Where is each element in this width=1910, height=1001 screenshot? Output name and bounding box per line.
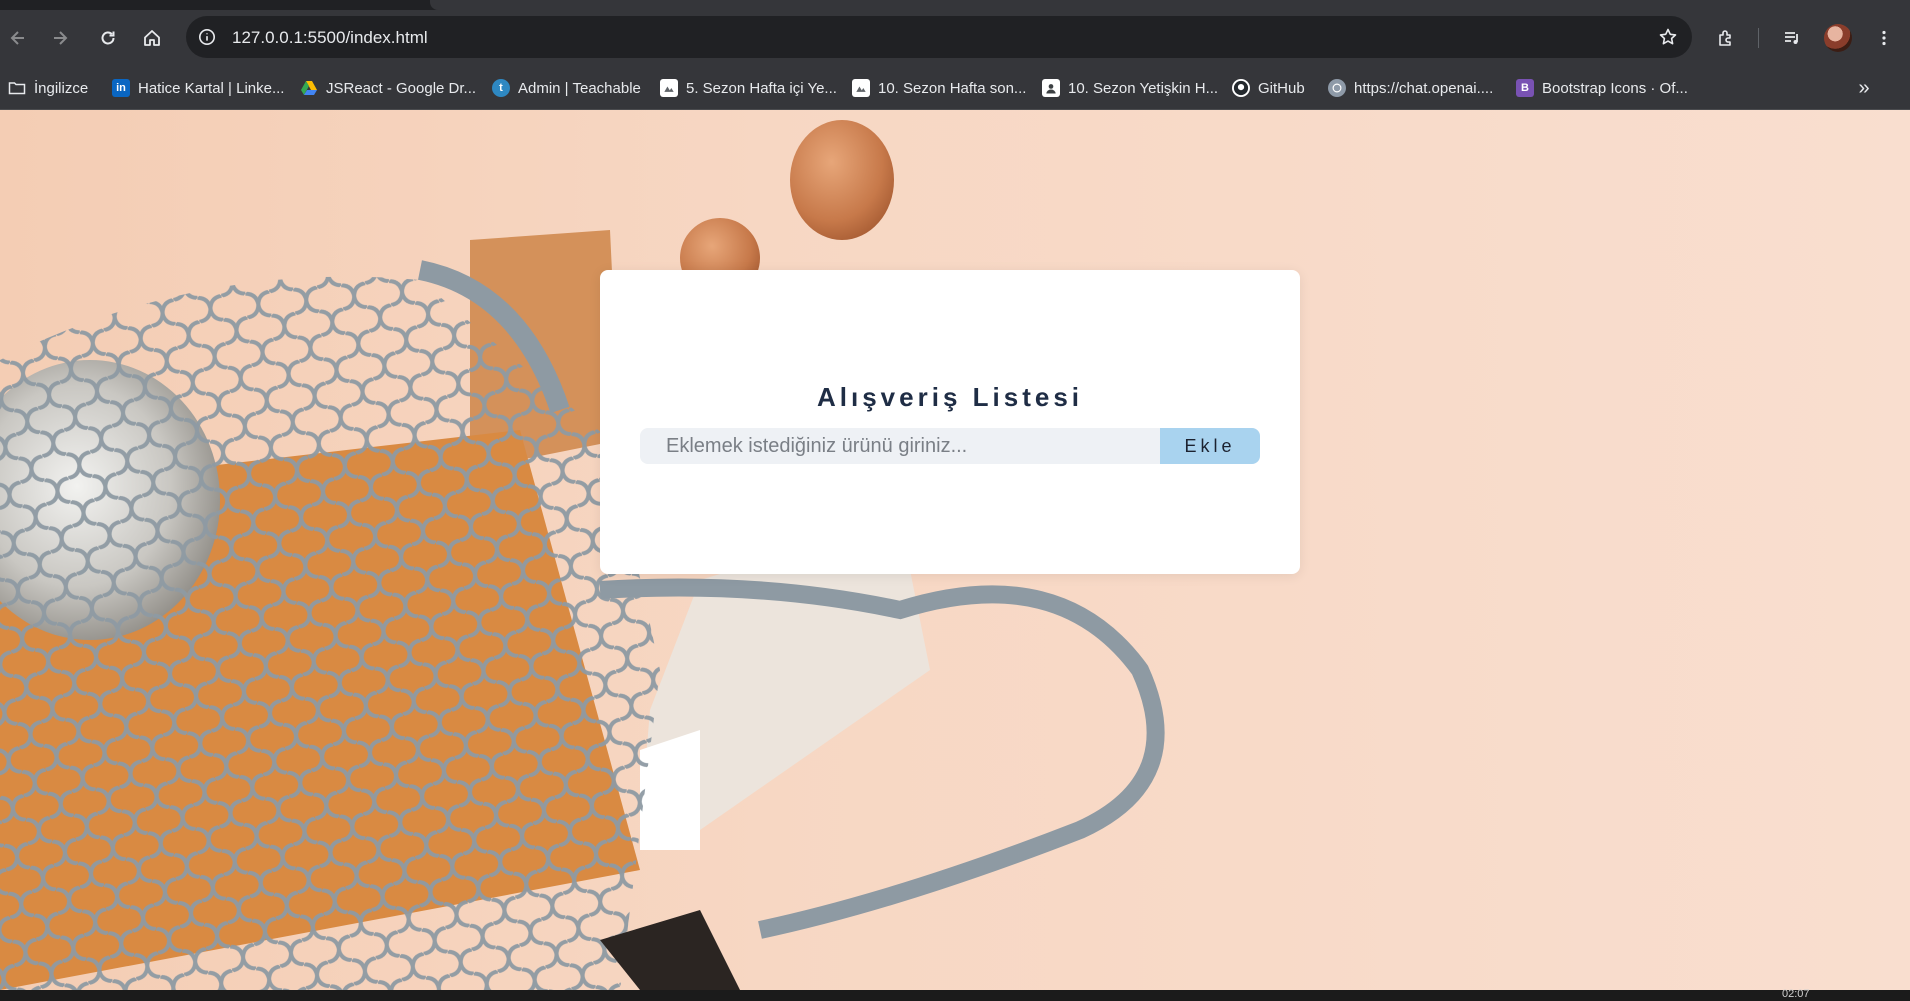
bookmark-teachable[interactable]: t Admin | Teachable [492,76,641,100]
bookmark-label: Hatice Kartal | Linke... [138,79,285,97]
bookmark-sezon-5[interactable]: 5. Sezon Hafta içi Ye... [660,76,837,100]
forward-icon[interactable] [44,22,76,54]
bookmark-sezon-10-hafta[interactable]: 10. Sezon Hafta son... [852,76,1026,100]
folder-icon [8,79,26,97]
home-icon[interactable] [136,22,168,54]
bookmarks-bar: İngilizce in Hatice Kartal | Linke... JS… [0,66,1910,110]
doc-icon [660,79,678,97]
bookmark-label: Bootstrap Icons · Of... [1542,79,1688,97]
bootstrap-icon: B [1516,79,1534,97]
google-drive-icon [300,79,318,97]
linkedin-icon: in [112,79,130,97]
taskbar-clock: 02:07 [1782,988,1810,1000]
more-bookmarks-icon[interactable]: » [1852,76,1876,100]
teachable-icon: t [492,79,510,97]
tab-strip [0,0,1910,10]
bookmark-star-icon[interactable] [1656,25,1680,49]
bookmark-google-drive[interactable]: JSReact - Google Dr... [300,76,476,100]
browser-toolbar: 127.0.0.1:5500/index.html [0,10,1910,66]
os-taskbar: 02:07 [0,988,1910,1001]
menu-kebab-icon[interactable] [1868,22,1900,54]
bookmark-label: İngilizce [34,79,89,97]
bookmark-github[interactable]: GitHub [1232,76,1305,100]
bookmark-label: 10. Sezon Yetişkin H... [1068,79,1219,97]
back-icon[interactable] [2,22,34,54]
bookmark-linkedin[interactable]: in Hatice Kartal | Linke... [112,76,284,100]
url-text: 127.0.0.1:5500/index.html [232,28,428,47]
item-input[interactable] [640,428,1160,464]
reload-icon[interactable] [92,22,124,54]
toolbar-divider [1758,28,1759,48]
bookmark-ingilizce[interactable]: İngilizce [8,76,88,100]
bookmark-label: 10. Sezon Hafta son... [878,79,1027,97]
egg-image [790,120,894,240]
page-title: Alışveriş Listesi [817,382,1083,412]
contact-icon [1042,79,1060,97]
bookmark-sezon-10-yetiskin[interactable]: 10. Sezon Yetişkin H... [1042,76,1218,100]
bookmark-label: 5. Sezon Hafta içi Ye... [686,79,837,97]
bookmark-bootstrap-icons[interactable]: B Bootstrap Icons · Of... [1516,76,1688,100]
bookmark-label: Admin | Teachable [518,79,641,97]
bookmark-label: https://chat.openai.... [1354,79,1494,97]
add-item-form: Ekle [640,428,1260,464]
address-bar[interactable]: 127.0.0.1:5500/index.html [186,16,1692,58]
shopping-list-card: Alışveriş Listesi Ekle [600,270,1300,574]
media-controls-icon[interactable] [1776,22,1808,54]
github-icon [1232,79,1250,97]
page-viewport: Alışveriş Listesi Ekle [0,110,1910,990]
add-button[interactable]: Ekle [1160,428,1260,464]
extensions-icon[interactable] [1710,22,1742,54]
openai-icon [1328,79,1346,97]
site-info-icon[interactable] [196,26,218,48]
profile-avatar[interactable] [1824,24,1852,52]
tab-strip-edge [430,0,1910,10]
bookmark-label: GitHub [1258,79,1305,97]
bookmark-chatgpt[interactable]: https://chat.openai.... [1328,76,1493,100]
bookmark-label: JSReact - Google Dr... [326,79,477,97]
doc-icon [852,79,870,97]
